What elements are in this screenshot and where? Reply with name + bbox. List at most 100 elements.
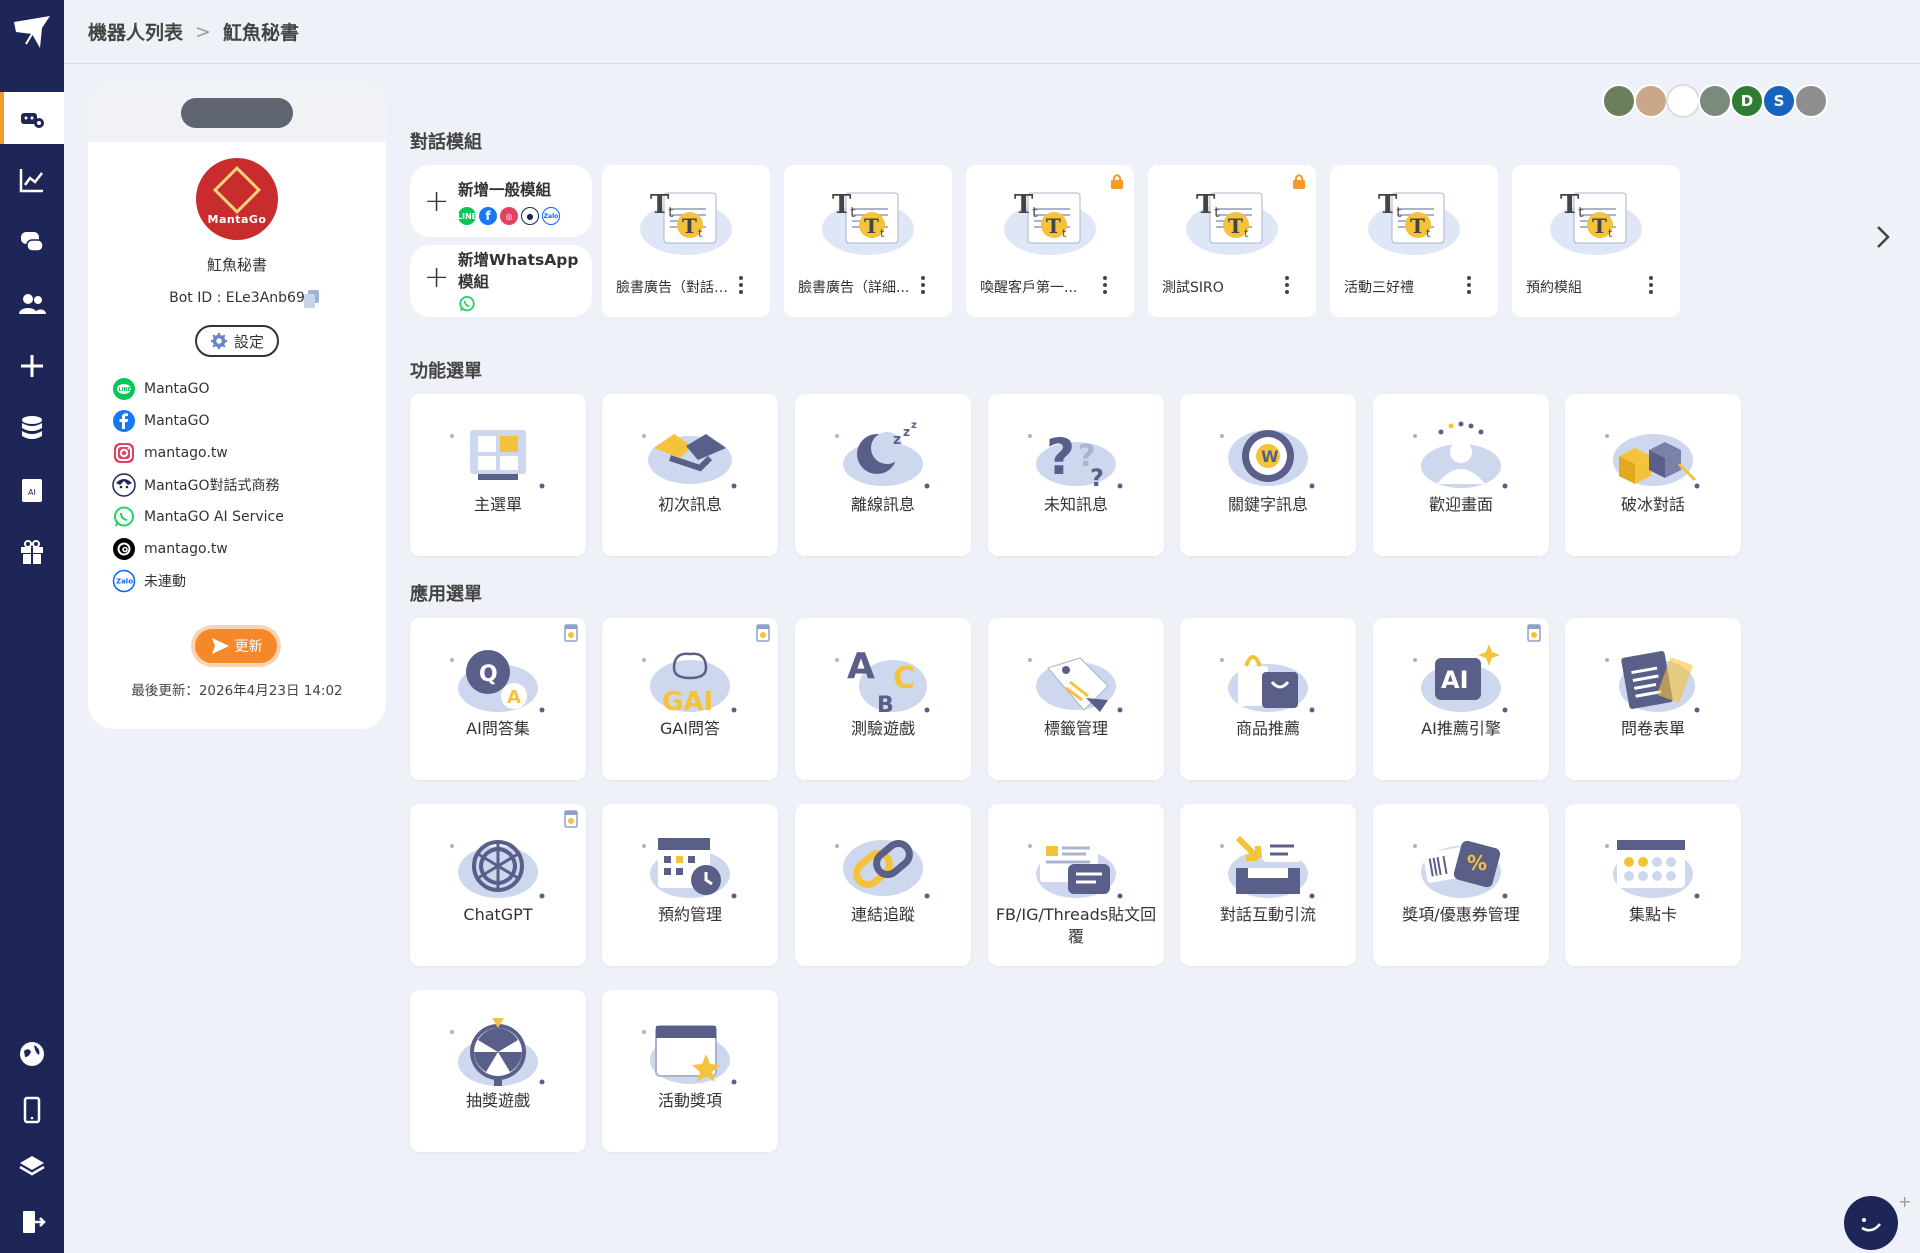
zalo-icon: Zalo xyxy=(542,207,560,225)
module-card[interactable]: Tt Tt 喚醒客戶第一... xyxy=(966,165,1134,317)
lock-icon xyxy=(1111,174,1123,189)
menu-tile[interactable]: AI AI推薦引擎 xyxy=(1373,618,1549,780)
instagram-icon xyxy=(112,441,136,465)
new-whatsapp-module-button[interactable]: + 新增WhatsApp模組 xyxy=(410,245,592,317)
menu-tile[interactable]: % 獎項/優惠券管理 xyxy=(1373,804,1549,966)
tag-icon xyxy=(1028,657,1123,713)
breadcrumb-robot-list[interactable]: 機器人列表 xyxy=(88,18,183,45)
smile-chat-icon xyxy=(1861,1218,1881,1232)
channel-zalo[interactable]: Zalo 未連動 xyxy=(112,568,186,594)
svg-text:?: ? xyxy=(1046,428,1075,486)
abc-quiz-icon: ABC xyxy=(835,646,930,718)
more-options-icon[interactable] xyxy=(920,275,926,295)
menu-tile[interactable]: ??? 未知訊息 xyxy=(988,394,1164,556)
more-options-icon[interactable] xyxy=(1648,275,1654,295)
collaborator-avatar[interactable] xyxy=(1602,84,1636,118)
more-options-icon[interactable] xyxy=(738,275,744,295)
svg-text:T: T xyxy=(864,214,879,238)
manta-logo-icon[interactable] xyxy=(10,10,54,54)
ai-document-icon[interactable]: AI xyxy=(0,464,64,516)
more-options-icon[interactable] xyxy=(1102,275,1108,295)
settings-button[interactable]: 設定 xyxy=(195,325,279,357)
module-card[interactable]: Tt Tt 測試SIRO xyxy=(1148,165,1316,317)
module-card[interactable]: Tt Tt 臉書廣告（詳細... xyxy=(784,165,952,317)
channel-instagram[interactable]: mantago.tw xyxy=(112,440,228,466)
svg-text:AI: AI xyxy=(1441,666,1469,694)
menu-tile[interactable]: 連結追蹤 xyxy=(795,804,971,966)
copy-icon[interactable] xyxy=(304,290,320,308)
menu-tile[interactable]: 破冰對話 xyxy=(1565,394,1741,556)
more-options-icon[interactable] xyxy=(1466,275,1472,295)
collaborator-avatar[interactable]: D xyxy=(1730,84,1764,118)
bot-name: 魟魚秘書 xyxy=(206,256,267,274)
channel-threads[interactable]: mantago.tw xyxy=(112,536,228,562)
gift-icon[interactable] xyxy=(0,526,64,578)
svg-text:LINE: LINE xyxy=(119,387,132,393)
menu-tile[interactable]: 活動獎項 xyxy=(602,990,778,1152)
menu-tile[interactable]: FB/IG/Threads貼文回覆 xyxy=(988,804,1164,966)
text-template-icon: TtT t xyxy=(822,190,914,255)
users-icon[interactable] xyxy=(0,278,64,330)
coupon-icon: % xyxy=(1413,840,1508,899)
tablet-icon[interactable] xyxy=(0,1084,64,1136)
logout-icon[interactable] xyxy=(0,1196,64,1248)
collaborator-avatar[interactable] xyxy=(1698,84,1732,118)
menu-tile[interactable]: 集點卡 xyxy=(1565,804,1741,966)
menu-tile[interactable]: GAI GAI問答 xyxy=(602,618,778,780)
menu-tile[interactable]: Q A AI問答集 xyxy=(410,618,586,780)
svg-text:AI: AI xyxy=(28,488,36,497)
module-card[interactable]: Tt Tt 臉書廣告（對話式... xyxy=(602,165,770,317)
collaborator-avatar[interactable] xyxy=(1794,84,1828,118)
channel-facebook[interactable]: MantaGO xyxy=(112,408,209,434)
more-options-icon[interactable] xyxy=(1284,275,1290,295)
support-chat-widget[interactable] xyxy=(1844,1196,1898,1250)
menu-tile[interactable]: 商品推薦 xyxy=(1180,618,1356,780)
module-card[interactable]: Tt Tt 活動三好禮 xyxy=(1330,165,1498,317)
menu-tile[interactable]: 對話互動引流 xyxy=(1180,804,1356,966)
module-card[interactable]: Tt Tt 預約模組 xyxy=(1512,165,1680,317)
menu-tile[interactable]: A B C 測驗遊戲 xyxy=(795,618,971,780)
channel-messenger-bot[interactable]: MantaGO對話式商務 xyxy=(112,472,279,498)
add-icon[interactable] xyxy=(0,340,64,392)
menu-tile[interactable]: 標籤管理 xyxy=(988,618,1164,780)
collaborator-avatar[interactable] xyxy=(1666,84,1700,118)
svg-text:T: T xyxy=(832,190,852,220)
menu-tile[interactable]: 主選單 xyxy=(410,394,586,556)
layers-icon[interactable] xyxy=(0,1140,64,1192)
tile-label: 標籤管理 xyxy=(1043,719,1108,738)
tile-label: AI問答集 xyxy=(466,719,530,738)
whatsapp-icon xyxy=(112,505,136,529)
channel-whatsapp[interactable]: MantaGO AI Service xyxy=(112,504,284,530)
update-button[interactable]: 更新 xyxy=(195,629,277,663)
tile-label: 連結追蹤 xyxy=(850,905,915,924)
svg-text:t: t xyxy=(668,205,674,221)
svg-text:T: T xyxy=(1560,190,1580,220)
premium-badge-icon xyxy=(564,810,578,828)
menu-tile[interactable]: W 關鍵字訊息 xyxy=(1180,394,1356,556)
svg-text:t: t xyxy=(1062,227,1067,240)
database-icon[interactable] xyxy=(0,402,64,454)
module-name: 測試SIRO xyxy=(1162,280,1224,296)
tile-label: 獎項/優惠券管理 xyxy=(1402,905,1520,924)
collaborator-avatar[interactable]: S xyxy=(1762,84,1796,118)
menu-tile[interactable]: z z z 離線訊息 xyxy=(795,394,971,556)
analytics-chart-icon[interactable] xyxy=(0,154,64,206)
svg-text:B: B xyxy=(877,693,894,718)
module-name: 預約模組 xyxy=(1526,280,1582,296)
chat-bubbles-icon[interactable] xyxy=(0,216,64,268)
menu-tile[interactable]: ChatGPT xyxy=(410,804,586,966)
menu-tile[interactable]: 預約管理 xyxy=(602,804,778,966)
menu-tile[interactable]: 問卷表單 xyxy=(1565,618,1741,780)
menu-tile[interactable]: 初次訊息 xyxy=(602,394,778,556)
collaborator-avatar[interactable] xyxy=(1634,84,1668,118)
chevron-right-icon[interactable] xyxy=(1872,222,1894,252)
widget-expand-icon[interactable]: + xyxy=(1898,1192,1911,1211)
menu-tile[interactable]: 抽獎遊戲 xyxy=(410,990,586,1152)
robot-settings-icon[interactable] xyxy=(0,92,64,144)
globe-icon[interactable] xyxy=(0,1028,64,1080)
menu-tile[interactable]: 歡迎畫面 xyxy=(1373,394,1549,556)
channel-line[interactable]: LINE MantaGO xyxy=(112,376,209,402)
module-name: 臉書廣告（詳細... xyxy=(798,280,910,296)
new-general-module-button[interactable]: + 新增一般模組 LINE f ◎ ● Zalo xyxy=(410,165,592,237)
svg-text:t: t xyxy=(1578,205,1584,221)
